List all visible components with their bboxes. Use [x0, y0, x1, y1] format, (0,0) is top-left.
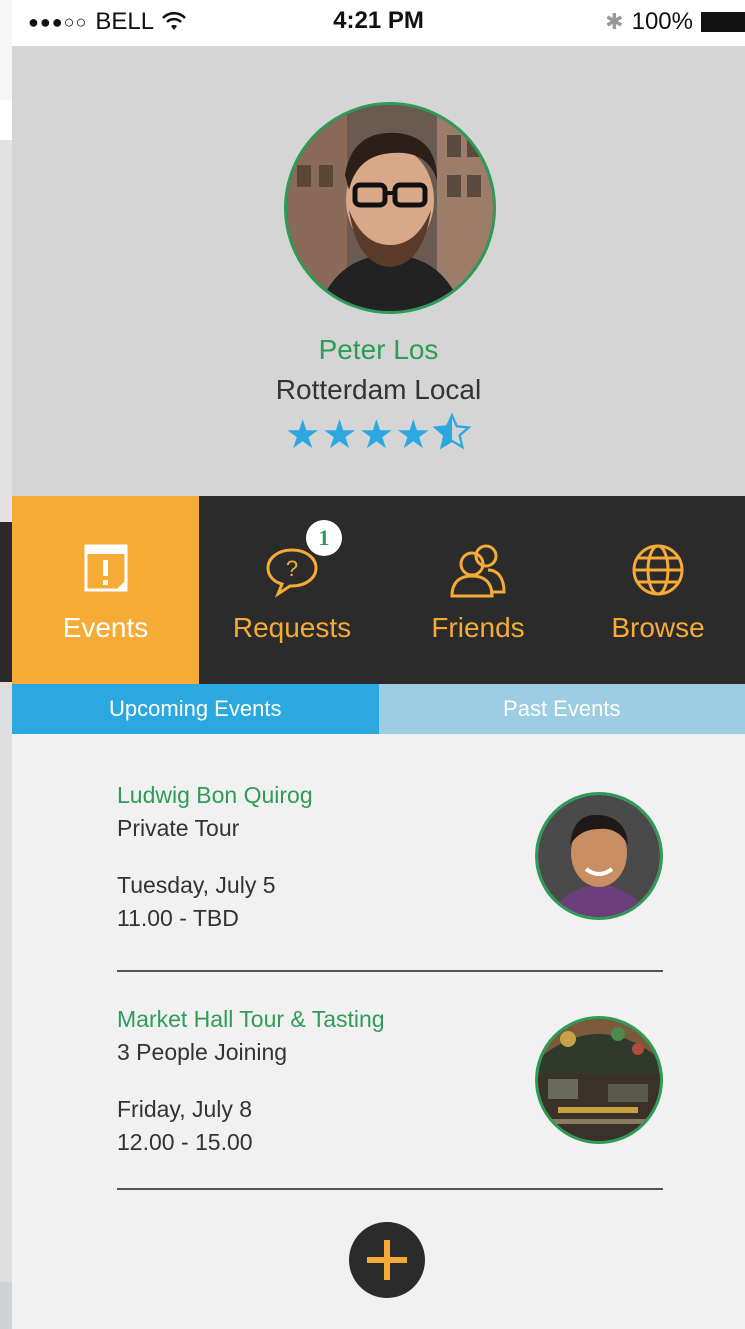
- star-icon: ★: [284, 413, 322, 457]
- status-right: ✱ 100%: [605, 8, 745, 36]
- status-bar: ●●●○○ BELL 4:21 PM ✱ 100%: [12, 0, 745, 46]
- tab-requests-label: Requests: [232, 612, 352, 643]
- event-image: [535, 1016, 663, 1144]
- star-icon: ★: [395, 413, 433, 457]
- requests-badge: 1: [306, 520, 342, 556]
- profile-name: Peter Los: [318, 334, 439, 365]
- main-nav: Events ? 1 Requests Friends Browse: [12, 496, 745, 684]
- tab-events[interactable]: Events: [12, 496, 199, 684]
- profile-header: Peter Los Rotterdam Local ★★★★: [12, 46, 745, 496]
- plus-icon: [367, 1240, 407, 1280]
- event-avatar: [535, 792, 663, 920]
- event-list: Ludwig Bon Quirog Private Tour Tuesday, …: [12, 734, 745, 1329]
- calendar-alert-icon: [84, 544, 127, 592]
- star-rating: ★★★★: [12, 412, 745, 458]
- tab-upcoming-events[interactable]: Upcoming Events: [12, 684, 379, 734]
- star-icon: ★: [321, 413, 359, 457]
- tab-friends-label: Friends: [431, 612, 525, 643]
- list-item[interactable]: Market Hall Tour & Tasting 3 People Join…: [117, 1006, 663, 1156]
- divider: [117, 1188, 663, 1190]
- tab-browse-label: Browse: [611, 612, 705, 643]
- star-icon: ★: [358, 413, 396, 457]
- divider: [117, 970, 663, 972]
- friends-icon: [450, 544, 506, 598]
- tab-browse[interactable]: Browse: [571, 496, 745, 684]
- tab-past-events[interactable]: Past Events: [378, 684, 745, 734]
- background-strip: [0, 0, 12, 1329]
- battery-icon: [701, 12, 745, 32]
- profile-avatar[interactable]: [284, 102, 496, 314]
- tab-requests[interactable]: ? 1 Requests: [199, 496, 385, 684]
- event-subtabs: Upcoming Events Past Events: [12, 684, 745, 734]
- tab-friends[interactable]: Friends: [385, 496, 571, 684]
- half-star-icon: [432, 412, 472, 458]
- profile-role: Rotterdam Local: [275, 374, 482, 405]
- svg-text:?: ?: [286, 556, 298, 581]
- battery-percent: 100%: [631, 8, 693, 35]
- tab-events-label: Events: [62, 612, 149, 643]
- globe-icon: [632, 544, 684, 596]
- add-event-button[interactable]: [349, 1222, 425, 1298]
- bluetooth-icon: ✱: [605, 9, 624, 34]
- list-item[interactable]: Ludwig Bon Quirog Private Tour Tuesday, …: [117, 782, 663, 932]
